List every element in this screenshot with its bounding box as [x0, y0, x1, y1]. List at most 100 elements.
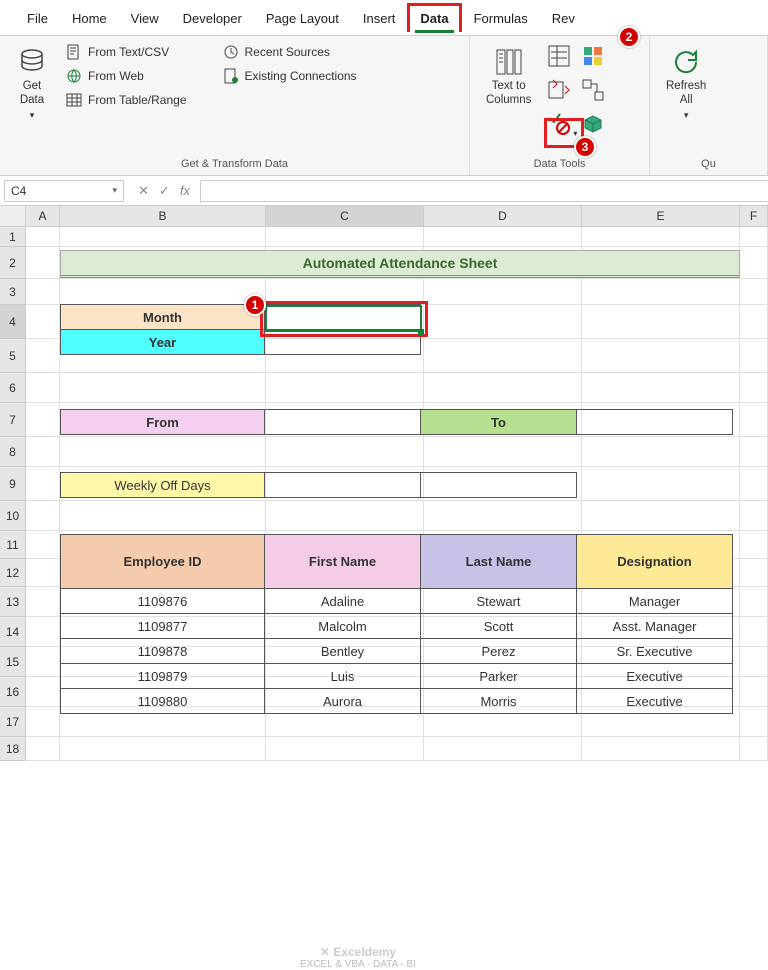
tab-view[interactable]: View: [119, 3, 171, 32]
row-header-12[interactable]: 12: [0, 559, 26, 587]
consolidate-button[interactable]: [579, 42, 607, 70]
cell-from-value[interactable]: [265, 410, 421, 435]
cell-off2[interactable]: [421, 473, 577, 498]
flash-fill-button[interactable]: [545, 42, 573, 70]
table-cell[interactable]: Adaline: [265, 589, 421, 614]
table-cell[interactable]: Luis: [265, 664, 421, 689]
table-cell[interactable]: Bentley: [265, 639, 421, 664]
row-header-13[interactable]: 13: [0, 587, 26, 617]
remove-duplicates-button[interactable]: [545, 76, 573, 104]
table-cell[interactable]: Perez: [421, 639, 577, 664]
text-to-columns-button[interactable]: Text to Columns: [480, 42, 537, 112]
table-cell[interactable]: Sr. Executive: [577, 639, 733, 664]
cell[interactable]: [266, 737, 424, 761]
get-data-button[interactable]: Get Data ▾: [10, 42, 54, 124]
tab-data[interactable]: Data: [407, 3, 461, 32]
col-header-d[interactable]: D: [424, 206, 582, 226]
cell[interactable]: [424, 437, 582, 467]
cell[interactable]: [740, 559, 768, 587]
tab-formulas[interactable]: Formulas: [462, 3, 540, 32]
table-cell[interactable]: 1109876: [61, 589, 265, 614]
row-header-10[interactable]: 10: [0, 501, 26, 531]
cell[interactable]: [740, 501, 768, 531]
cell-to-value[interactable]: [577, 410, 733, 435]
cell[interactable]: [26, 737, 60, 761]
tab-file[interactable]: File: [15, 3, 60, 32]
cell[interactable]: [740, 737, 768, 761]
table-cell[interactable]: Scott: [421, 614, 577, 639]
col-header-b[interactable]: B: [60, 206, 266, 226]
from-text-csv-button[interactable]: From Text/CSV: [62, 42, 191, 62]
cell[interactable]: [740, 247, 768, 279]
cell[interactable]: [740, 587, 768, 617]
cell[interactable]: [740, 467, 768, 501]
cell[interactable]: [740, 227, 768, 247]
table-cell[interactable]: 1109880: [61, 689, 265, 714]
table-cell[interactable]: 1109879: [61, 664, 265, 689]
col-header-e[interactable]: E: [582, 206, 740, 226]
formula-input[interactable]: [200, 180, 768, 202]
row-header-6[interactable]: 6: [0, 373, 26, 403]
tab-developer[interactable]: Developer: [171, 3, 254, 32]
cell[interactable]: [26, 467, 60, 501]
cell[interactable]: [740, 403, 768, 437]
name-box[interactable]: C4 ▾: [4, 180, 124, 202]
cell[interactable]: [424, 737, 582, 761]
cell[interactable]: [424, 305, 582, 339]
relationships-button[interactable]: [579, 76, 607, 104]
cell[interactable]: [266, 227, 424, 247]
cell[interactable]: [266, 501, 424, 531]
cell[interactable]: [26, 339, 60, 373]
col-header-f[interactable]: F: [740, 206, 768, 226]
row-header-7[interactable]: 7: [0, 403, 26, 437]
cell[interactable]: [740, 305, 768, 339]
existing-connections-button[interactable]: Existing Connections: [219, 66, 361, 86]
recent-sources-button[interactable]: Recent Sources: [219, 42, 361, 62]
cell[interactable]: [582, 737, 740, 761]
cell[interactable]: [26, 587, 60, 617]
cell[interactable]: [424, 339, 582, 373]
cell[interactable]: [26, 403, 60, 437]
cell[interactable]: [740, 437, 768, 467]
data-validation-button[interactable]: ▾: [545, 110, 573, 138]
cell[interactable]: [60, 227, 266, 247]
cell[interactable]: [26, 501, 60, 531]
table-cell[interactable]: Executive: [577, 664, 733, 689]
cell[interactable]: [740, 647, 768, 677]
table-cell[interactable]: Morris: [421, 689, 577, 714]
row-header-8[interactable]: 8: [0, 437, 26, 467]
cell[interactable]: [582, 437, 740, 467]
cell[interactable]: [582, 467, 740, 501]
cell[interactable]: [740, 373, 768, 403]
cell[interactable]: [740, 617, 768, 647]
row-header-17[interactable]: 17: [0, 707, 26, 737]
cell[interactable]: [582, 339, 740, 373]
refresh-all-button[interactable]: Refresh All ▾: [660, 42, 712, 124]
row-header-14[interactable]: 14: [0, 617, 26, 647]
cell-off1[interactable]: [265, 473, 421, 498]
table-cell[interactable]: Aurora: [265, 689, 421, 714]
cell[interactable]: [60, 437, 266, 467]
cell[interactable]: [582, 501, 740, 531]
table-cell[interactable]: Malcolm: [265, 614, 421, 639]
cell[interactable]: [582, 305, 740, 339]
cell[interactable]: [26, 227, 60, 247]
cell[interactable]: [740, 279, 768, 305]
table-cell[interactable]: Executive: [577, 689, 733, 714]
row-header-9[interactable]: 9: [0, 467, 26, 501]
tab-review[interactable]: Rev: [540, 3, 587, 32]
enter-formula-icon[interactable]: ✓: [159, 183, 170, 199]
fill-handle[interactable]: [418, 329, 424, 335]
cell[interactable]: [740, 677, 768, 707]
from-web-button[interactable]: From Web: [62, 66, 191, 86]
cell[interactable]: [26, 305, 60, 339]
col-header-c[interactable]: C: [266, 206, 424, 226]
cell[interactable]: [424, 279, 582, 305]
cancel-formula-icon[interactable]: ✕: [138, 183, 149, 199]
cell[interactable]: [60, 373, 266, 403]
cell[interactable]: [26, 279, 60, 305]
cell[interactable]: [26, 437, 60, 467]
table-cell[interactable]: Manager: [577, 589, 733, 614]
cell[interactable]: [26, 677, 60, 707]
cell[interactable]: [582, 373, 740, 403]
